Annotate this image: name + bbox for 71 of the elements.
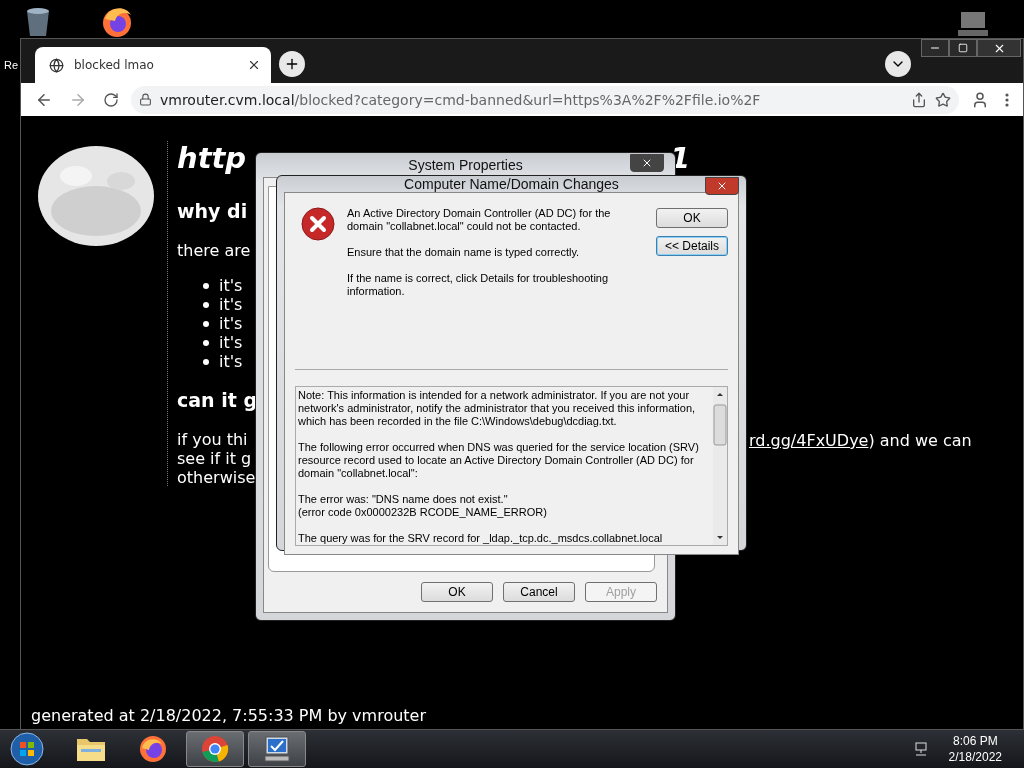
bullet-icon: [203, 282, 209, 289]
firefox-icon: [138, 734, 168, 764]
message-text: Ensure that the domain name is typed correctly.: [347, 246, 581, 259]
message-text: An Active Directory Domain Controller (AD DC) for the domain "collabnet.local" could not be contacted.: [347, 207, 612, 233]
browser-tab[interactable]: blocked lmao: [35, 47, 271, 83]
invite-link[interactable]: rd.gg/4FxUDye: [749, 431, 869, 450]
new-tab-button[interactable]: [279, 51, 305, 77]
list-item: it's: [219, 333, 243, 352]
intro-text: there are: [177, 240, 251, 262]
close-button[interactable]: [630, 154, 664, 172]
message-text: If the name is correct, click Details for troubleshooting information.: [347, 272, 610, 298]
computer-icon: [261, 734, 293, 764]
computer-icon[interactable]: [955, 10, 991, 36]
close-button[interactable]: [977, 39, 1021, 57]
paragraph-text: ) and we can: [868, 431, 972, 450]
list-item: it's: [219, 295, 243, 314]
address-bar[interactable]: vmrouter.cvm.local/blocked?category=cmd-banned&url=https%3A%2F%2Ffile.io%2F: [131, 85, 959, 114]
close-icon[interactable]: [247, 58, 261, 72]
details-text: The query was for the SRV record for _ldap._tcp.dc._msdcs.collabnet.local: [298, 532, 664, 545]
start-button[interactable]: [10, 732, 44, 766]
bullet-icon: [203, 320, 209, 327]
dialog-button[interactable]: << Details: [656, 236, 728, 256]
url-text: vmrouter.cvm.local/blocked?category=cmd-banned&url=https%3A%2F%2Ffile.io%2F: [160, 91, 762, 108]
bullet-icon: [203, 301, 209, 308]
paragraph-text: if you thi: [177, 430, 248, 449]
list-item: it's: [219, 314, 243, 333]
page-heading: http: [177, 140, 247, 177]
dialog-button[interactable]: OK: [421, 582, 493, 602]
list-item: it's: [219, 276, 243, 295]
clock-time: 8:06 PM: [952, 733, 998, 749]
plus-icon: [284, 56, 300, 72]
tab-search-button[interactable]: [885, 51, 911, 77]
paragraph-text: otherwise: [177, 468, 256, 487]
lock-icon: [139, 93, 152, 106]
reload-icon: [103, 91, 119, 108]
maximize-button[interactable]: [949, 39, 977, 57]
dialog-button[interactable]: Cancel: [503, 582, 575, 602]
clock-date: 2/18/2022: [948, 749, 1002, 765]
details-text: Note: This information is intended for a network administrator. If you are not your network's administrator, notify the administrator that you received this information, which has been recorded in the file C:\Windows\debug\dcdiag.txt.: [298, 389, 697, 428]
maximize-icon: [958, 43, 968, 53]
desktop-icon-label: Re: [4, 59, 19, 72]
details-box[interactable]: [295, 386, 728, 546]
close-icon: [641, 157, 653, 169]
taskbar-app-button[interactable]: [186, 731, 244, 767]
details-text: The following error occurred when DNS was queried for the service location (SRV) resource record used to locate an Active Directory Domain Controller (AD DC) for domain "collabnet.local":: [298, 441, 700, 480]
minimize-button[interactable]: [921, 39, 949, 57]
list-item: it's: [219, 352, 243, 371]
details-text: (error code 0x0000232B RCODE_NAME_ERROR): [298, 506, 548, 519]
scrollbar[interactable]: [713, 387, 727, 545]
share-icon[interactable]: [911, 91, 927, 108]
dialog-button[interactable]: OK: [656, 208, 728, 228]
details-text: The error was: "DNS name does not exist.": [298, 493, 509, 506]
menu-icon: [1005, 92, 1009, 107]
network-icon[interactable]: [912, 741, 929, 757]
dialog-title: Computer Name/Domain Changes: [404, 176, 619, 192]
person-icon: [971, 90, 989, 109]
section-heading: why di: [177, 199, 248, 224]
close-button[interactable]: [705, 177, 739, 195]
close-icon: [716, 180, 728, 192]
footer-text: generated at 2/18/2022, 7:55:33 PM by vmrouter: [30, 706, 427, 727]
bookmark-star-icon[interactable]: [935, 91, 951, 108]
dialog-title: System Properties: [408, 157, 523, 173]
tab-title: blocked lmao: [74, 58, 155, 72]
chrome-icon: [200, 734, 230, 764]
bullet-icon: [203, 358, 209, 365]
taskbar-app-button[interactable]: [248, 731, 306, 767]
error-icon: [301, 207, 335, 241]
paragraph-text: see if it g: [177, 449, 252, 468]
bullet-icon: [203, 339, 209, 346]
section-heading: can it g: [177, 388, 258, 413]
globe-icon: [49, 57, 64, 73]
